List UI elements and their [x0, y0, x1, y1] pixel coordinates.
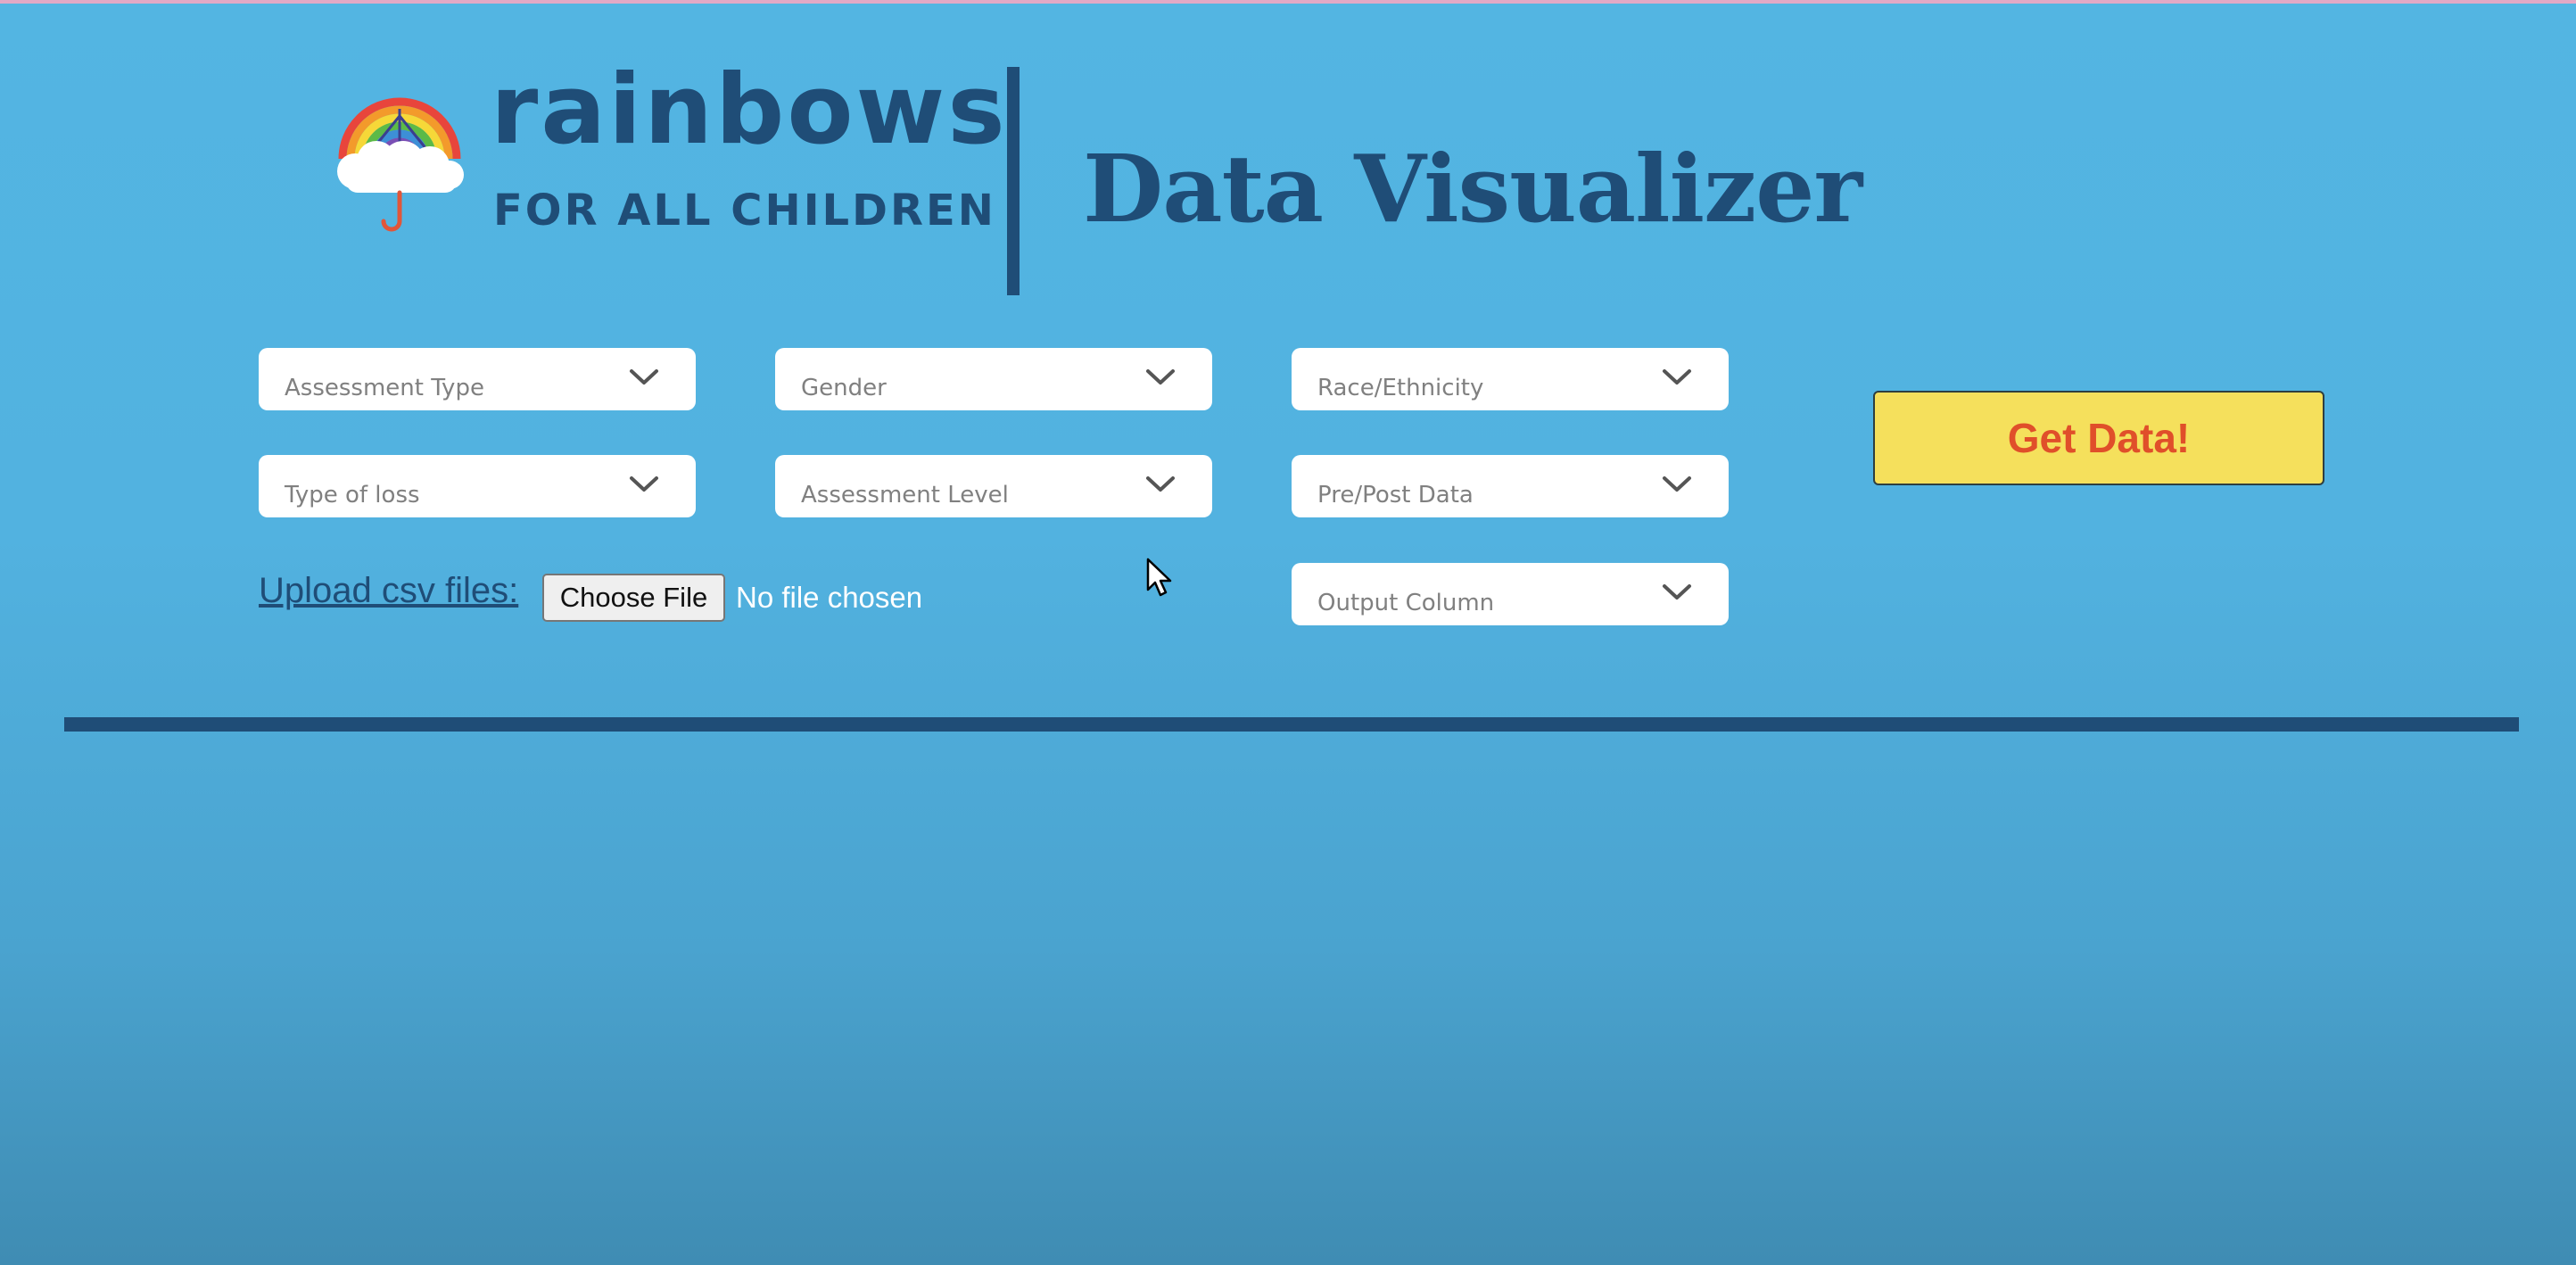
chevron-down-icon — [628, 361, 660, 393]
dropdown-placeholder: Output Column — [1317, 590, 1495, 616]
chevron-down-icon — [1144, 468, 1177, 500]
chevron-down-icon — [1144, 361, 1177, 393]
dropdown-placeholder: Type of loss — [285, 482, 420, 508]
race-ethnicity-dropdown[interactable]: Race/Ethnicity — [1292, 348, 1729, 410]
dropdown-placeholder: Pre/Post Data — [1317, 482, 1474, 508]
gender-dropdown[interactable]: Gender — [775, 348, 1212, 410]
chevron-down-icon — [1661, 576, 1693, 608]
upload-csv-link[interactable]: Upload csv files: — [259, 571, 518, 611]
assessment-type-dropdown[interactable]: Assessment Type — [259, 348, 696, 410]
file-status-text: No file chosen — [736, 581, 923, 614]
content-divider — [64, 717, 2519, 732]
chevron-down-icon — [1661, 361, 1693, 393]
dropdown-placeholder: Assessment Level — [801, 482, 1009, 508]
header-divider — [1007, 67, 1020, 295]
mouse-cursor-icon — [1146, 558, 1173, 599]
output-column-dropdown[interactable]: Output Column — [1292, 563, 1729, 625]
rainbow-logo-icon — [326, 89, 473, 241]
window-top-strip — [0, 0, 2576, 4]
chevron-down-icon — [1661, 468, 1693, 500]
brand-name: rainbows — [491, 54, 1008, 166]
assessment-level-dropdown[interactable]: Assessment Level — [775, 455, 1212, 517]
choose-file-button[interactable]: Choose File — [542, 574, 725, 622]
dropdown-placeholder: Gender — [801, 375, 887, 401]
type-of-loss-dropdown[interactable]: Type of loss — [259, 455, 696, 517]
dropdown-placeholder: Race/Ethnicity — [1317, 375, 1484, 401]
brand-tagline: FOR ALL CHILDREN — [493, 186, 996, 236]
page-title: Data Visualizer — [1083, 134, 1862, 244]
chevron-down-icon — [628, 468, 660, 500]
get-data-button[interactable]: Get Data! — [1873, 391, 2324, 485]
pre-post-data-dropdown[interactable]: Pre/Post Data — [1292, 455, 1729, 517]
dropdown-placeholder: Assessment Type — [285, 375, 484, 401]
